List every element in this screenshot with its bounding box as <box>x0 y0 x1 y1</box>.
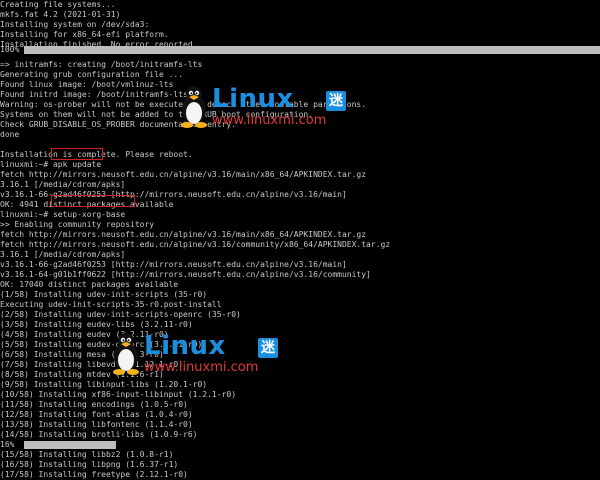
terminal-line: fetch http://mirrors.neusoft.edu.cn/alpi… <box>0 240 391 249</box>
terminal-line: fetch http://mirrors.neusoft.edu.cn/alpi… <box>0 230 367 239</box>
terminal-line: OK: 17040 distinct packages available <box>0 280 179 289</box>
watermark-brand-cn: 迷 <box>258 338 278 358</box>
terminal-line: Installing system on /dev/sda3: <box>0 20 150 29</box>
terminal-line: Creating file systems... <box>0 0 116 9</box>
tux-penguin-icon <box>113 333 139 375</box>
terminal-line: 3.16.1 [/media/cdrom/apks] <box>0 250 126 259</box>
progress-bar-bottom: 16% <box>0 440 600 450</box>
progress-top-label: 100% <box>0 45 20 54</box>
watermark-url: www.linuxmi.com <box>212 113 327 128</box>
watermark-url: www.linuxmi.com <box>144 360 259 375</box>
terminal-line: v3.16.1-66-g2ad46f0253 [http://mirrors.n… <box>0 260 347 269</box>
terminal-line: (15/58) Installing libbz2 (1.0.8-r1) <box>0 450 174 459</box>
terminal-line: linuxmi:~# apk update <box>0 160 102 169</box>
highlight-apk-update <box>51 148 103 160</box>
terminal-line: (12/58) Installing font-alias (1.0.4-r0) <box>0 410 193 419</box>
terminal-line: 3.16.1 [/media/cdrom/apks] <box>0 180 126 189</box>
progress-bottom-fill <box>24 441 116 449</box>
terminal-line: (9/58) Installing libinput-libs (1.20.1-… <box>0 380 208 389</box>
progress-bottom-label: 16% <box>0 440 15 449</box>
watermark-logo: Linux 迷 www.linuxmi.com <box>110 330 360 378</box>
terminal-line: done <box>0 130 20 139</box>
watermark-logo: Linux 迷 www.linuxmi.com <box>178 83 428 131</box>
terminal-line: (10/58) Installing xf86-input-libinput (… <box>0 390 237 399</box>
terminal-line: Installing for x86_64-efi platform. <box>0 30 169 39</box>
tux-penguin-icon <box>181 86 207 128</box>
terminal-line: (13/58) Installing libfontenc (1.1.4-r0) <box>0 420 193 429</box>
terminal-line: Generating grub configuration file ... <box>0 70 184 79</box>
terminal-line: (2/58) Installing udev-init-scripts-open… <box>0 310 241 319</box>
terminal-line: v3.16.1-64-g01b1ff0622 [http://mirrors.n… <box>0 270 371 279</box>
terminal-line: (11/58) Installing encodings (1.0.5-r0) <box>0 400 188 409</box>
terminal-line: (14/58) Installing brotli-libs (1.0.9-r6… <box>0 430 198 439</box>
terminal-line: => initramfs: creating /boot/initramfs-l… <box>0 60 203 69</box>
terminal-window[interactable]: Creating file systems... mkfs.fat 4.2 (20… <box>0 0 600 479</box>
terminal-line: (17/58) Installing freetype (2.12.1-r0) <box>0 470 188 479</box>
watermark-brand-cn: 迷 <box>326 91 346 111</box>
terminal-line: >> Enabling community repository <box>0 220 155 229</box>
progress-top-fill <box>24 46 600 54</box>
progress-bar-top: 100% <box>0 45 600 55</box>
terminal-line: fetch http://mirrors.neusoft.edu.cn/alpi… <box>0 170 367 179</box>
highlight-setup-xorg-base <box>51 195 135 207</box>
terminal-line: Executing udev-init-scripts-35-r0.post-i… <box>0 300 222 309</box>
terminal-line: (16/58) Installing libpng (1.6.37-r1) <box>0 460 179 469</box>
watermark-brand: Linux <box>212 84 294 114</box>
terminal-line: (1/58) Installing udev-init-scripts (35-… <box>0 290 208 299</box>
watermark-brand: Linux <box>144 331 226 361</box>
terminal-line: mkfs.fat 4.2 (2021-01-31) <box>0 10 121 19</box>
terminal-line: linuxmi:~# setup-xorg-base <box>0 210 126 219</box>
terminal-line: (3/58) Installing eudev-libs (3.2.11-r0) <box>0 320 193 329</box>
